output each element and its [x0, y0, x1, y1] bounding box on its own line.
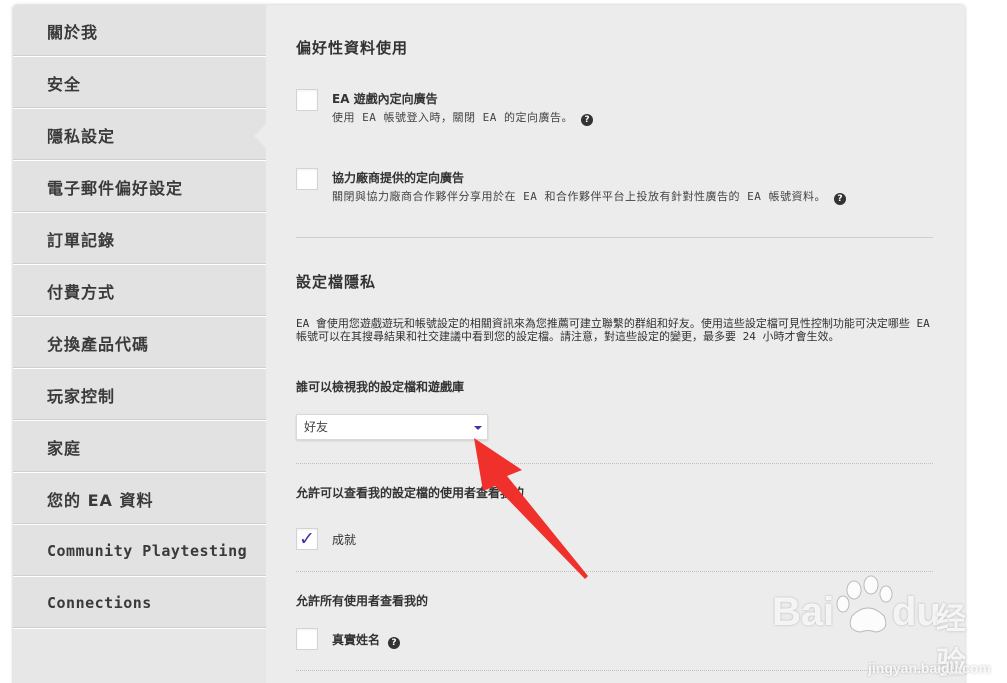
divider	[296, 571, 933, 572]
option-title: EA 遊戲內定向廣告	[332, 92, 438, 106]
sidebar-item-family[interactable]: 家庭	[13, 421, 266, 473]
divider	[296, 670, 933, 671]
caret-down-icon	[474, 426, 482, 430]
profile-viewers-label: 允許可以查看我的設定檔的使用者查看我的	[296, 486, 525, 500]
divider	[296, 463, 933, 464]
sidebar: 關於我 安全 隱私設定 電子郵件偏好設定 訂單記錄 付費方式 兌換產品代碼 玩家…	[13, 5, 267, 683]
ea-ingame-ads-checkbox[interactable]	[296, 89, 318, 111]
option-description: 使用 EA 帳號登入時，關閉 EA 的定向廣告。?	[332, 109, 593, 126]
section-title-profile-privacy: 設定檔隱私	[296, 273, 377, 291]
sidebar-item-privacy-settings[interactable]: 隱私設定	[13, 109, 267, 161]
achievements-checkbox[interactable]: ✓	[296, 528, 318, 550]
select-value: 好友	[304, 420, 329, 434]
question-circle-icon[interactable]: ?	[580, 114, 593, 126]
question-circle-icon[interactable]: ?	[833, 193, 846, 205]
checkmark-icon: ✓	[299, 527, 315, 550]
sidebar-item-connections[interactable]: Connections	[13, 577, 266, 629]
sidebar-item-player-controls[interactable]: 玩家控制	[13, 369, 266, 421]
sidebar-item-about-me[interactable]: 關於我	[13, 5, 266, 57]
sidebar-item-email-preferences[interactable]: 電子郵件偏好設定	[13, 161, 266, 213]
settings-panel: 關於我 安全 隱私設定 電子郵件偏好設定 訂單記錄 付費方式 兌換產品代碼 玩家…	[13, 5, 965, 683]
sidebar-item-your-ea-data[interactable]: 您的 EA 資料	[13, 473, 266, 525]
who-can-view-select[interactable]: 好友	[296, 414, 488, 440]
profile-privacy-description: EA 會使用您遊戲遊玩和帳號設定的相關資訊來為您推薦可建立聯繫的群組和好友。使用…	[296, 317, 930, 343]
main-content: 偏好性資料使用 EA 遊戲內定向廣告 使用 EA 帳號登入時，關閉 EA 的定向…	[266, 5, 965, 683]
section-divider	[296, 237, 933, 238]
option-title: 協力廠商提供的定向廣告	[332, 171, 465, 185]
partner-ads-checkbox[interactable]	[296, 168, 318, 190]
who-can-view-label: 誰可以檢視我的設定檔和遊戲庫	[296, 380, 465, 394]
achievements-label: 成就	[332, 533, 357, 547]
section-title-preference-data: 偏好性資料使用	[296, 39, 409, 57]
sidebar-item-community-playtesting[interactable]: Community Playtesting	[13, 525, 266, 577]
sidebar-item-payment-methods[interactable]: 付費方式	[13, 265, 266, 317]
option-description: 關閉與協力廠商合作夥伴分享用於在 EA 和合作夥伴平台上投放有針對性廣告的 EA…	[332, 188, 846, 205]
sidebar-item-security[interactable]: 安全	[13, 57, 266, 109]
real-name-label: 真實姓名?	[332, 631, 401, 649]
sidebar-item-redeem-code[interactable]: 兌換產品代碼	[13, 317, 266, 369]
sidebar-item-order-history[interactable]: 訂單記錄	[13, 213, 266, 265]
question-circle-icon[interactable]: ?	[388, 637, 401, 649]
all-users-label: 允許所有使用者查看我的	[296, 594, 429, 608]
real-name-checkbox[interactable]	[296, 628, 318, 650]
